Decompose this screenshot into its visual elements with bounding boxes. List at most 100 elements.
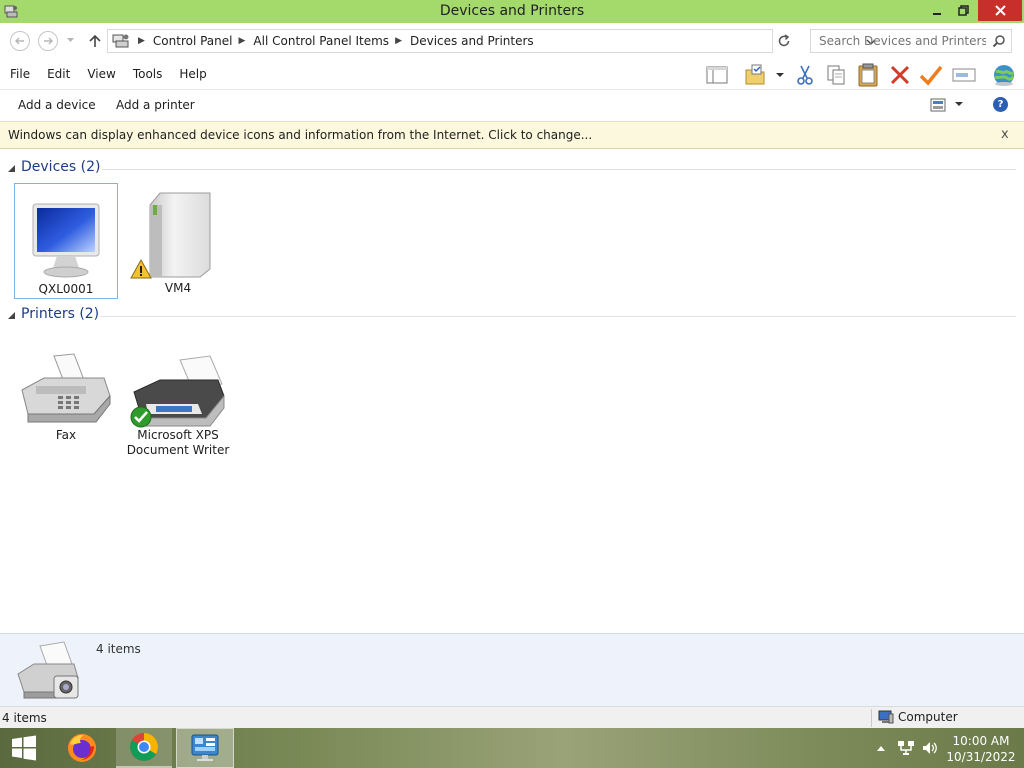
menu-tools[interactable]: Tools	[133, 67, 163, 81]
device-label: VM4	[164, 281, 192, 295]
printers-group-label: Printers (2)	[21, 306, 100, 322]
paste-clipboard-icon	[858, 63, 878, 87]
up-arrow-icon[interactable]	[87, 33, 103, 49]
taskbar-control-panel[interactable]	[176, 728, 234, 768]
chrome-icon	[130, 733, 158, 761]
back-arrow-icon	[15, 37, 24, 45]
volume-tray-button[interactable]	[921, 728, 939, 768]
details-pane: 4 items	[0, 633, 1024, 706]
address-row: ▶ Control Panel ▶ All Control Panel Item…	[0, 23, 1024, 59]
refresh-icon[interactable]	[775, 33, 793, 49]
devices-group-header[interactable]: Devices (2)	[8, 159, 1016, 179]
delete-button[interactable]	[887, 62, 913, 88]
group-divider	[102, 169, 1016, 170]
printer-label-line2: Document Writer	[126, 443, 230, 457]
printers-group-header[interactable]: Printers (2)	[8, 306, 1016, 326]
back-button[interactable]	[10, 31, 30, 51]
copy-icon	[827, 65, 845, 85]
devices-group-label: Devices (2)	[21, 159, 101, 175]
network-tray-button[interactable]	[897, 728, 915, 768]
fax-icon	[21, 353, 111, 423]
taskbar: 10:00 AM 10/31/2022	[0, 728, 1024, 768]
printer-item-fax[interactable]: Fax	[14, 330, 118, 446]
menu-help[interactable]: Help	[179, 67, 206, 81]
rename-field-icon	[952, 68, 976, 82]
breadcrumb-all-control-panel-items[interactable]: All Control Panel Items	[253, 34, 389, 48]
menu-view[interactable]: View	[87, 67, 115, 81]
window-title: Devices and Printers	[439, 3, 585, 19]
delete-x-icon	[890, 65, 910, 85]
globe-icon	[994, 65, 1014, 86]
printer-label: Fax	[55, 428, 77, 442]
title-bar: Devices and Printers	[0, 0, 1024, 23]
show-hidden-icons-button[interactable]	[876, 728, 886, 768]
group-divider	[100, 316, 1016, 317]
close-button[interactable]	[978, 0, 1022, 21]
command-bar: Add a device Add a printer ?	[0, 90, 1024, 121]
devices-printers-location-icon	[112, 34, 129, 48]
menu-bar: File Edit View Tools Help	[0, 59, 1024, 90]
breadcrumb-devices-and-printers[interactable]: Devices and Printers	[410, 34, 534, 48]
device-item-vm4[interactable]: VM4	[126, 183, 230, 299]
layout-pane-button[interactable]	[704, 62, 730, 88]
breadcrumb-control-panel[interactable]: Control Panel	[153, 34, 233, 48]
scissors-icon	[797, 65, 813, 85]
breadcrumb-separator-icon[interactable]: ▶	[138, 36, 145, 46]
properties-check-button[interactable]	[918, 62, 944, 88]
warning-icon	[130, 259, 152, 279]
speaker-icon	[923, 742, 937, 754]
printer-label-line1: Microsoft XPS	[137, 428, 219, 442]
paste-button[interactable]	[855, 62, 881, 88]
collapse-triangle-icon[interactable]	[8, 165, 15, 172]
breadcrumb-separator-icon[interactable]: ▶	[239, 36, 246, 46]
info-bar[interactable]: Windows can display enhanced device icon…	[0, 121, 1024, 149]
start-button[interactable]	[0, 728, 48, 768]
devices-printers-large-icon	[17, 641, 79, 699]
search-input[interactable]	[811, 30, 986, 52]
firefox-icon	[68, 734, 96, 762]
collapse-triangle-icon[interactable]	[8, 312, 15, 319]
info-bar-message[interactable]: Windows can display enhanced device icon…	[8, 128, 592, 142]
details-item-count: 4 items	[96, 642, 141, 656]
address-bar[interactable]: ▶ Control Panel ▶ All Control Panel Item…	[107, 29, 876, 53]
add-printer-button[interactable]: Add a printer	[116, 98, 195, 112]
minimize-button[interactable]	[926, 0, 948, 21]
change-view-icon[interactable]	[930, 98, 946, 112]
orange-check-icon	[919, 65, 943, 86]
folder-check-icon	[745, 64, 765, 85]
computer-zone-icon	[878, 710, 894, 724]
restore-button[interactable]	[952, 0, 974, 21]
device-item-qxl0001[interactable]: QXL0001	[14, 183, 118, 299]
add-device-button[interactable]: Add a device	[18, 98, 96, 112]
forward-button[interactable]	[38, 31, 58, 51]
internet-button[interactable]	[991, 62, 1017, 88]
close-icon	[994, 5, 1006, 16]
taskbar-firefox[interactable]	[58, 728, 106, 768]
cut-button[interactable]	[792, 62, 818, 88]
clock-date: 10/31/2022	[946, 750, 1016, 764]
tray-up-arrow-icon	[877, 746, 885, 751]
status-bar: 4 items Computer	[0, 706, 1024, 728]
minimize-icon	[933, 12, 941, 15]
layout-pane-icon	[706, 66, 728, 84]
monitor-icon	[32, 203, 100, 278]
copy-button[interactable]	[823, 62, 849, 88]
taskbar-chrome[interactable]	[116, 728, 172, 768]
default-check-icon	[130, 406, 152, 428]
help-icon[interactable]: ?	[993, 97, 1008, 112]
recent-pages-dropdown-icon[interactable]	[66, 37, 75, 43]
search-icon[interactable]	[992, 34, 1006, 48]
info-bar-close-icon[interactable]: x	[1001, 127, 1009, 142]
breadcrumb-separator-icon[interactable]: ▶	[395, 36, 402, 46]
view-options-dropdown-icon[interactable]	[955, 102, 963, 107]
clock-time: 10:00 AM	[952, 734, 1010, 748]
restore-icon	[957, 5, 969, 16]
search-box[interactable]	[810, 29, 1012, 53]
printer-item-xps-writer[interactable]: Microsoft XPS Document Writer	[126, 330, 230, 462]
rename-button[interactable]	[951, 62, 977, 88]
select-folder-button[interactable]	[742, 62, 768, 88]
select-dropdown-icon[interactable]	[776, 73, 784, 78]
taskbar-clock[interactable]: 10:00 AM 10/31/2022	[946, 733, 1016, 765]
menu-edit[interactable]: Edit	[47, 67, 70, 81]
menu-file[interactable]: File	[10, 67, 30, 81]
